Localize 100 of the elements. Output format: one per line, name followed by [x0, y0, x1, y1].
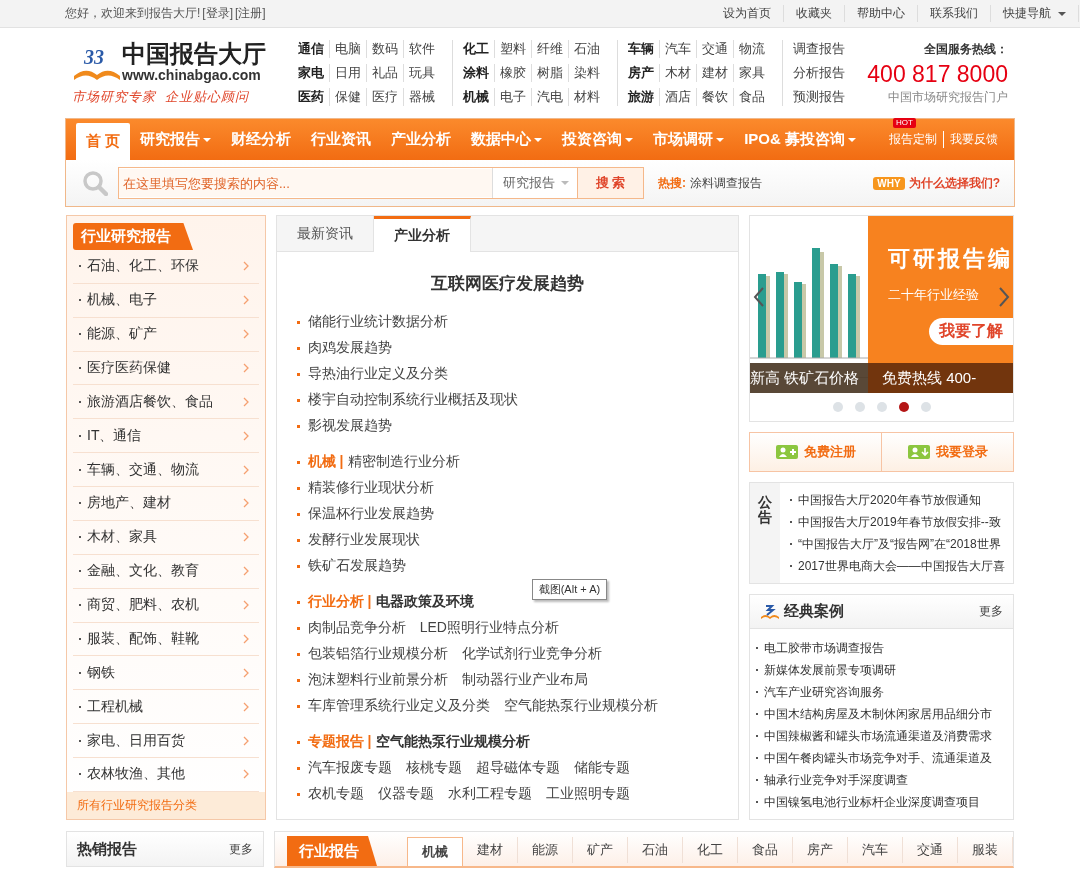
article-link[interactable]: 导热油行业定义及分类 [307, 365, 448, 383]
category-link[interactable]: 房产 [628, 64, 660, 82]
category-link[interactable]: 酒店 [659, 88, 697, 106]
industry-tab[interactable]: 交通 [903, 837, 958, 863]
notice-link[interactable]: “中国报告大厅”及“报告网”在“2018世界 [790, 535, 1005, 553]
article-link[interactable]: 车库管理系统行业定义及分类 [307, 697, 490, 715]
why-link[interactable]: 为什么选择我们? [908, 174, 1000, 192]
category-link[interactable]: 化工 [463, 40, 495, 58]
more-link[interactable]: 更多 [979, 603, 1003, 620]
category-link[interactable]: 石油 [568, 40, 606, 58]
article-link[interactable]: 空气能热泵行业规模分析 [503, 697, 658, 715]
category-link[interactable]: 塑料 [494, 40, 532, 58]
sidebar-item[interactable]: 房地产、建材 [73, 487, 259, 521]
report-type-link[interactable]: 预测报告 [793, 88, 846, 106]
top-link[interactable]: 帮助中心 [845, 5, 918, 22]
article-link[interactable]: 化学试剂行业竞争分析 [461, 645, 602, 663]
case-link[interactable]: 电工胶带市场调查报告 [756, 637, 1013, 659]
category-link[interactable]: 交通 [696, 40, 734, 58]
category-link[interactable]: 橡胶 [494, 64, 532, 82]
article-link[interactable]: 影视发展趋势 [307, 417, 392, 435]
case-link[interactable]: 中国木结构房屋及木制休闲家居用品细分市 [756, 703, 1013, 725]
industry-tab[interactable]: 房产 [793, 837, 848, 863]
section-title-link[interactable]: 电器政策及环境 [375, 593, 474, 611]
article-link[interactable]: 核桃专题 [405, 759, 462, 777]
category-link[interactable]: 食品 [733, 88, 771, 106]
report-type-link[interactable]: 分析报告 [793, 64, 846, 82]
article-link[interactable]: 肉鸡发展趋势 [307, 339, 392, 357]
category-link[interactable]: 家电 [298, 64, 330, 82]
sidebar-item[interactable]: 石油、化工、环保 [73, 249, 259, 284]
category-link[interactable]: 医疗 [366, 88, 404, 106]
search-field[interactable]: 在这里填写您要搜索的内容... 研究报告 搜 索 [118, 167, 644, 199]
category-link[interactable]: 玩具 [403, 64, 441, 82]
category-link[interactable]: 保健 [329, 88, 367, 106]
sidebar-item[interactable]: 农林牧渔、其他 [73, 758, 259, 792]
article-link[interactable]: LED照明行业特点分析 [419, 619, 559, 637]
case-link[interactable]: 中国辣椒酱和罐头市场流通渠道及消费需求 [756, 725, 1013, 747]
search-button[interactable]: 搜 索 [577, 168, 643, 198]
category-link[interactable]: 软件 [403, 40, 441, 58]
sidebar-item[interactable]: 车辆、交通、物流 [73, 453, 259, 487]
case-link[interactable]: 轴承行业竞争对手深度调查 [756, 769, 1013, 791]
category-link[interactable]: 树脂 [531, 64, 569, 82]
sidebar-item[interactable]: 机械、电子 [73, 283, 259, 318]
sidebar-item[interactable]: 能源、矿产 [73, 317, 259, 352]
industry-tab[interactable]: 建材 [463, 837, 518, 863]
category-link[interactable]: 医药 [298, 88, 330, 106]
top-link[interactable]: 收藏夹 [784, 5, 845, 22]
industry-tab[interactable]: 石油 [628, 837, 683, 863]
article-link[interactable]: 泡沫塑料行业前景分析 [307, 671, 448, 689]
sidebar-item[interactable]: 家电、日用百货 [73, 724, 259, 758]
category-link[interactable]: 物流 [733, 40, 771, 58]
article-link[interactable]: 发酵行业发展现状 [307, 531, 420, 549]
sidebar-item[interactable]: IT、通信 [73, 419, 259, 454]
industry-tab[interactable]: 食品 [738, 837, 793, 863]
case-link[interactable]: 新媒体发展前景专项调研 [756, 659, 1013, 681]
top-link[interactable]: 快捷导航 [991, 5, 1079, 22]
top-link[interactable]: 设为首页 [711, 5, 784, 22]
content-tab[interactable]: 最新资讯 [276, 216, 374, 251]
article-link[interactable]: 楼宇自动控制系统行业概括及现状 [307, 391, 518, 409]
category-link[interactable]: 数码 [366, 40, 404, 58]
article-link[interactable]: 铁矿石发展趋势 [307, 557, 406, 575]
category-link[interactable]: 日用 [329, 64, 367, 82]
carousel-dot[interactable] [854, 402, 865, 412]
carousel-dot[interactable] [898, 402, 909, 412]
carousel-dot[interactable] [876, 402, 887, 412]
hot-search-link[interactable]: 涂料调查报告 [690, 174, 762, 192]
category-link[interactable]: 礼品 [366, 64, 404, 82]
notice-link[interactable]: 2017世界电商大会——中国报告大厅喜 [790, 557, 1005, 575]
article-link[interactable]: 农机专题 [307, 785, 364, 803]
category-link[interactable]: 电子 [494, 88, 532, 106]
login-link[interactable]: [登录] [202, 5, 233, 22]
article-link[interactable]: 储能行业统计数据分析 [307, 313, 448, 331]
more-link[interactable]: 更多 [229, 840, 253, 858]
article-link[interactable]: 超导磁体专题 [475, 759, 560, 777]
category-link[interactable]: 通信 [298, 40, 330, 58]
section-title-link[interactable]: 精密制造行业分析 [347, 453, 460, 471]
sidebar-item[interactable]: 旅游酒店餐饮、食品 [73, 385, 259, 420]
sidebar-item[interactable]: 金融、文化、教育 [73, 554, 259, 589]
category-link[interactable]: 汽电 [531, 88, 569, 106]
article-link[interactable]: 包装铝箔行业规模分析 [307, 645, 448, 663]
article-link[interactable]: 制动器行业产业布局 [461, 671, 588, 689]
category-link[interactable]: 涂料 [463, 64, 495, 82]
case-link[interactable]: 中国午餐肉罐头市场竞争对手、流通渠道及 [756, 747, 1013, 769]
notice-link[interactable]: 中国报告大厅2019年春节放假安排--致 [790, 513, 1005, 531]
category-link[interactable]: 家具 [733, 64, 771, 82]
category-link[interactable]: 建材 [696, 64, 734, 82]
article-link[interactable]: 水利工程专题 [447, 785, 532, 803]
article-link[interactable]: 精装修行业现状分析 [307, 479, 434, 497]
case-link[interactable]: 中国镍氢电池行业标杆企业深度调查项目 [756, 791, 1013, 813]
sidebar-item[interactable]: 医疗医药保健 [73, 351, 259, 386]
notice-link[interactable]: 中国报告大厅2020年春节放假通知 [790, 491, 1005, 509]
category-link[interactable]: 汽车 [659, 40, 697, 58]
industry-tab[interactable]: 服装 [958, 837, 1013, 863]
article-link[interactable]: 汽车报废专题 [307, 759, 392, 777]
sidebar-item[interactable]: 商贸、肥料、农机 [73, 588, 259, 623]
industry-tab[interactable]: 能源 [518, 837, 573, 863]
article-link[interactable]: 仪器专题 [377, 785, 434, 803]
category-link[interactable]: 染料 [568, 64, 606, 82]
category-link[interactable]: 车辆 [628, 40, 660, 58]
top-link[interactable]: 联系我们 [918, 5, 991, 22]
section-title-link[interactable]: 空气能热泵行业规模分析 [375, 733, 530, 751]
